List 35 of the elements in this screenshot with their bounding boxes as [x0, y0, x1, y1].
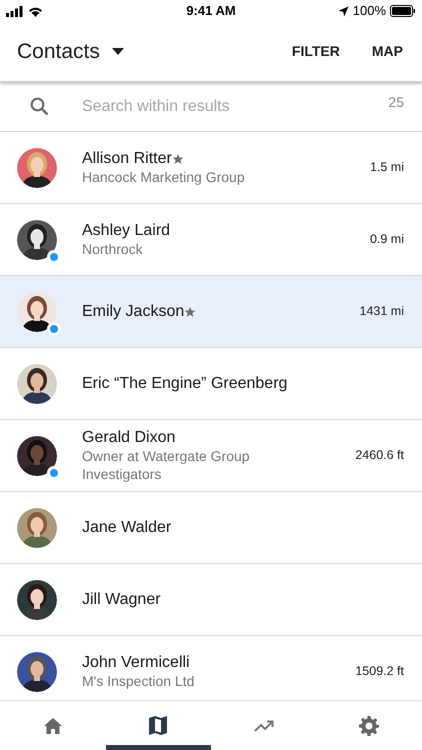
location-arrow-icon: [338, 6, 349, 16]
contact-name: John Vermicelli: [82, 653, 190, 672]
distance: 0.9 mi: [370, 231, 404, 248]
contact-name: Eric “The Engine” Greenberg: [82, 374, 288, 393]
contacts-dropdown[interactable]: Contacts: [17, 36, 124, 68]
distance: 1509.2 ft: [355, 663, 404, 680]
distance: 1.5 mi: [370, 159, 404, 176]
search-icon: [30, 97, 49, 116]
search-field[interactable]: Search within results: [82, 94, 388, 118]
caret-icon: [112, 48, 124, 55]
contact-name: Gerald Dixon: [82, 428, 176, 447]
contact-name: Emily Jackson: [82, 302, 184, 321]
trend-icon: [254, 720, 274, 732]
contact-name: Jane Walder: [82, 518, 172, 537]
map-icon: [149, 716, 168, 735]
header-action-button[interactable]: FILTER: [292, 41, 340, 62]
battery-percent: 100%: [352, 2, 386, 20]
contact-name: Jill Wagner: [82, 590, 161, 609]
result-count: 25: [388, 93, 404, 112]
contact-subtitle: Hancock Marketing Group: [82, 168, 246, 186]
distance: 2460.6 ft: [355, 447, 404, 464]
wifi-icon: [28, 6, 43, 16]
contact-row[interactable]: Emily Jackson 1431 mi: [0, 276, 422, 348]
home-icon: [44, 718, 62, 734]
contact-name: Allison Ritter: [82, 149, 172, 168]
contact-name: Ashley Laird: [82, 221, 170, 240]
contact-subtitle: Owner at Watergate Group Investigators: [82, 447, 251, 483]
battery-icon: [390, 5, 416, 17]
contact-subtitle: M's Inspection Ltd: [82, 672, 196, 690]
settings-icon: [359, 716, 380, 736]
header-action-button[interactable]: MAP: [372, 41, 403, 62]
distance: 1431 mi: [360, 303, 404, 320]
status-time: 9:41 AM: [186, 2, 236, 20]
signal-icon: [6, 6, 23, 16]
contact-subtitle: Northrock: [82, 240, 144, 258]
